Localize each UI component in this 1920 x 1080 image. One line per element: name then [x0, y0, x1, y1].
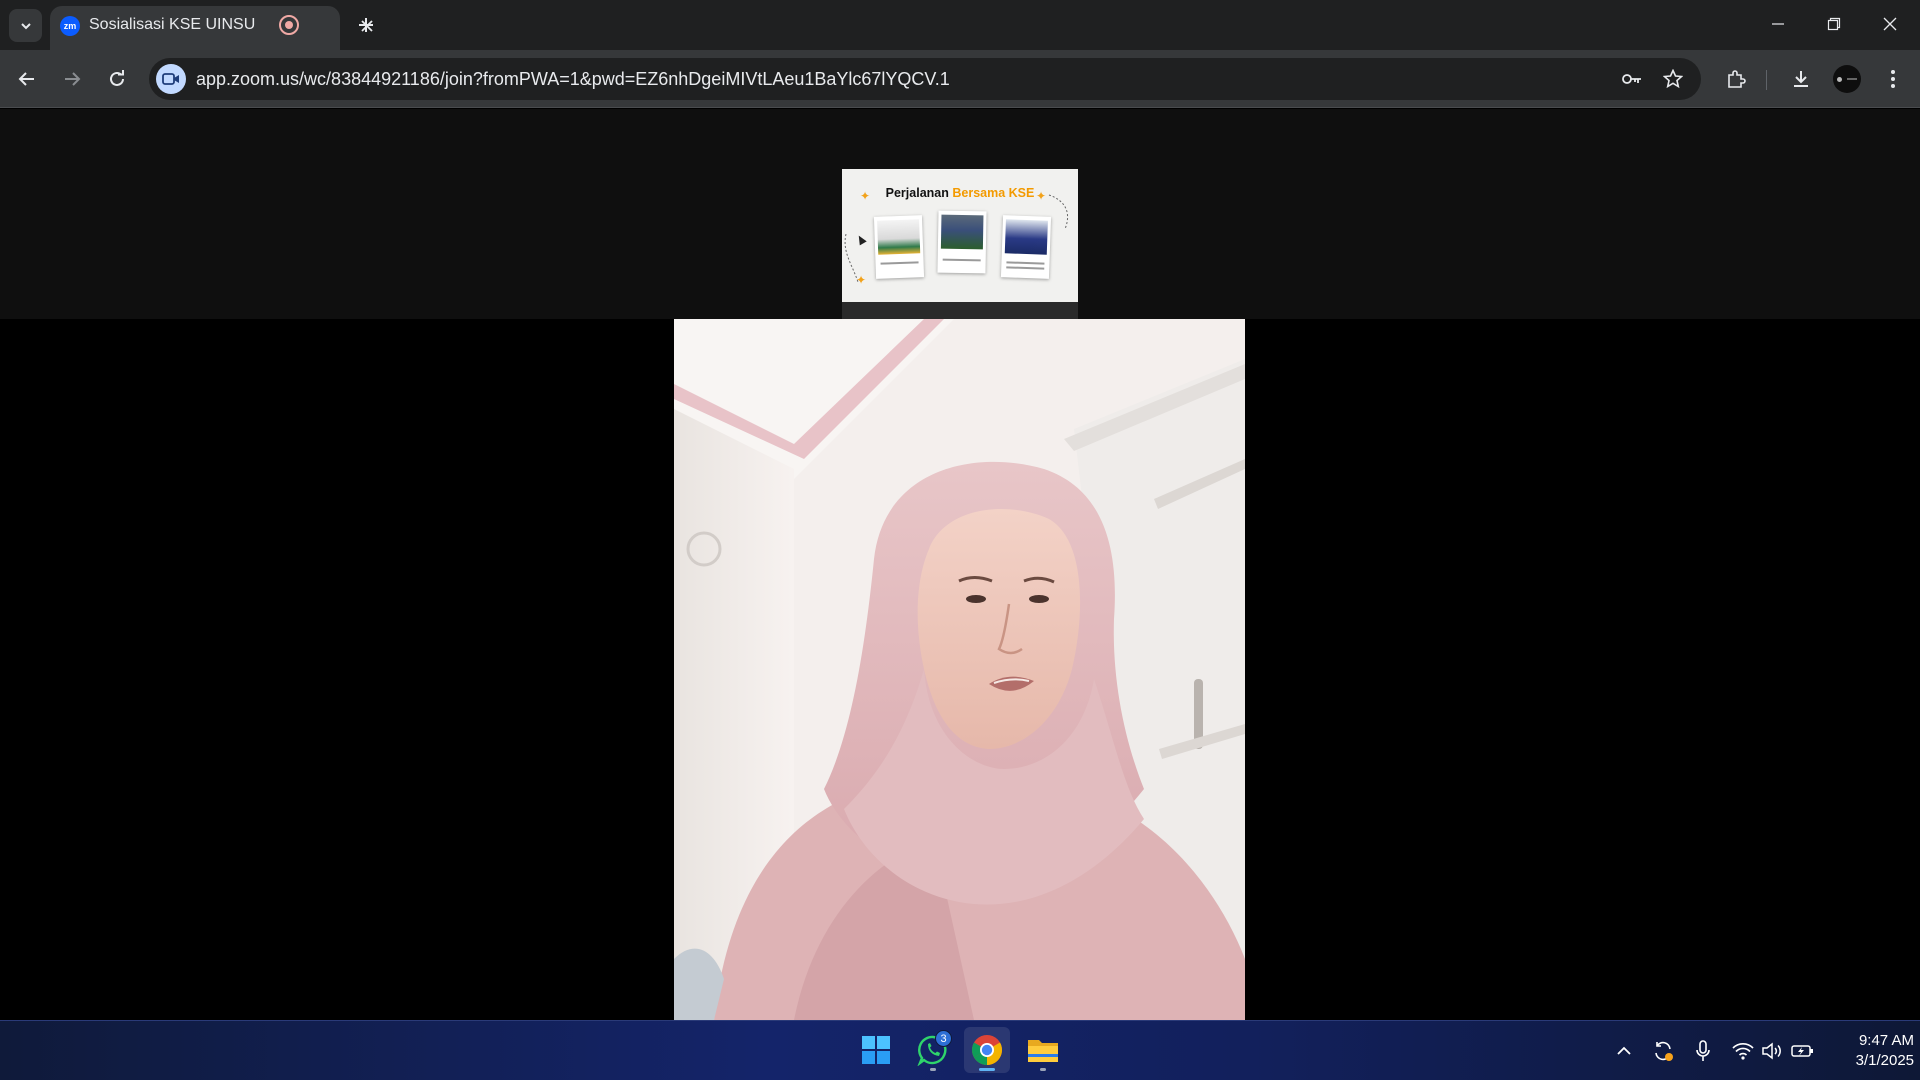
close-window-button[interactable] [1862, 0, 1918, 48]
shared-screen-footer [842, 302, 1078, 319]
volume-button[interactable] [1760, 1038, 1786, 1064]
microphone-icon [1696, 1040, 1710, 1061]
battery-button[interactable] [1790, 1038, 1816, 1064]
whatsapp-taskbar-button[interactable]: 3 [910, 1027, 956, 1073]
clock-time: 9:47 AM [1858, 1032, 1914, 1049]
photo-card [1000, 215, 1052, 279]
recording-indicator-icon [279, 15, 299, 35]
arrow-right-icon [65, 72, 81, 86]
participant-video-tile[interactable] [674, 319, 1245, 1020]
plus-icon [359, 18, 373, 32]
dotted-path-decoration [1048, 194, 1069, 230]
show-hidden-icons-button[interactable] [1611, 1038, 1637, 1064]
extensions-button[interactable] [1719, 62, 1753, 96]
arrow-left-icon [18, 72, 34, 86]
sparkle-icon: ✦ [1036, 189, 1047, 203]
minimize-icon [1772, 23, 1784, 25]
reload-icon [110, 70, 124, 86]
back-button[interactable] [10, 62, 44, 96]
slide-title-part2: Bersama KSE [952, 186, 1035, 200]
folder-icon [1028, 1040, 1058, 1062]
file-explorer-taskbar-button[interactable] [1020, 1027, 1066, 1073]
clock-date: 3/1/2025 [1855, 1052, 1914, 1069]
windows-taskbar: 3 9:47 AM 3/1/2025 [0, 1020, 1920, 1080]
zoom-meeting-view: Perjalanan Bersama KSE ✦ ✦ ✦ [0, 109, 1920, 1020]
battery-charging-icon [1791, 1045, 1813, 1057]
microphone-button[interactable] [1690, 1038, 1716, 1064]
active-indicator [979, 1068, 995, 1071]
taskbar-clock[interactable]: 9:47 AM 3/1/2025 [1824, 1031, 1914, 1071]
profile-avatar-button[interactable] [1833, 65, 1861, 93]
browser-toolbar: app.zoom.us/wc/83844921186/join?fromPWA=… [0, 50, 1920, 108]
toolbar-separator [1766, 70, 1767, 90]
sync-status-button[interactable] [1650, 1038, 1676, 1064]
sync-icon [1655, 1041, 1673, 1061]
key-icon [1622, 74, 1641, 84]
browser-menu-button[interactable] [1876, 62, 1910, 96]
running-indicator [930, 1068, 936, 1071]
download-icon [1794, 71, 1808, 87]
photo-card [937, 210, 987, 274]
browser-tab-strip: zm Sosialisasi KSE UINSU [0, 0, 1920, 50]
downloads-button[interactable] [1784, 62, 1818, 96]
zoom-favicon-icon: zm [60, 16, 80, 36]
windows-icon [862, 1036, 890, 1064]
sparkle-icon: ✦ [860, 189, 871, 203]
slide-title-part1: Perjalanan [885, 186, 949, 200]
more-vertical-icon [1891, 70, 1895, 88]
forward-button[interactable] [55, 62, 89, 96]
restore-button[interactable] [1806, 0, 1862, 48]
network-button[interactable] [1730, 1038, 1756, 1064]
wifi-icon [1732, 1042, 1754, 1060]
speaker-icon [1762, 1042, 1781, 1060]
video-camera-icon [162, 73, 179, 85]
chevron-up-icon [1617, 1046, 1631, 1055]
reload-button[interactable] [100, 62, 134, 96]
shared-screen-thumbnail[interactable]: Perjalanan Bersama KSE ✦ ✦ ✦ [842, 169, 1078, 302]
puzzle-icon [1728, 70, 1746, 88]
address-bar[interactable]: app.zoom.us/wc/83844921186/join?fromPWA=… [149, 58, 1701, 100]
tab-title: Sosialisasi KSE UINSU [89, 16, 256, 33]
password-key-button[interactable] [1619, 66, 1645, 92]
chevron-down-icon [20, 22, 31, 29]
close-icon [1883, 17, 1897, 31]
browser-tab-active[interactable]: zm Sosialisasi KSE UINSU [50, 6, 373, 50]
start-button[interactable] [853, 1027, 899, 1073]
chrome-icon [971, 1035, 1003, 1065]
minimize-button[interactable] [1750, 0, 1806, 48]
url-text: app.zoom.us/wc/83844921186/join?fromPWA=… [196, 69, 950, 89]
restore-icon [1827, 17, 1841, 31]
site-info-button[interactable] [156, 64, 186, 94]
tab-search-button[interactable] [9, 9, 42, 42]
star-icon [1663, 69, 1683, 89]
notification-badge: 3 [935, 1030, 952, 1047]
bookmark-star-button[interactable] [1660, 66, 1686, 92]
photo-card [873, 215, 925, 279]
participant-video-frame [674, 319, 1245, 1020]
running-indicator [1040, 1068, 1046, 1071]
new-tab-button[interactable] [353, 12, 379, 38]
chrome-taskbar-button[interactable] [964, 1027, 1010, 1073]
